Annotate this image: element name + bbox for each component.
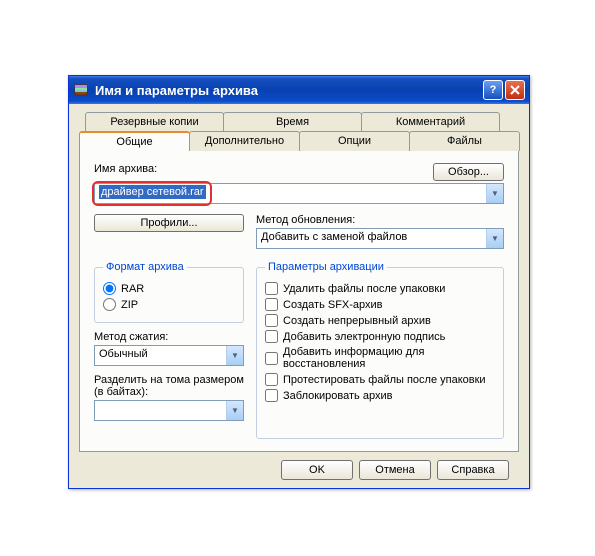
help-button-footer[interactable]: Справка — [437, 460, 509, 480]
titlebar[interactable]: Имя и параметры архива ? — [69, 76, 529, 104]
tab-general[interactable]: Общие — [79, 131, 190, 151]
format-rar-radio[interactable]: RAR — [103, 282, 235, 295]
archive-name-dropdown[interactable]: ▼ — [486, 184, 503, 203]
tab-control: Резервные копии Время Комментарий Общие … — [79, 112, 519, 452]
archive-format-legend: Формат архива — [103, 261, 187, 273]
compression-combo[interactable]: Обычный ▼ — [94, 345, 244, 366]
archive-format-group: Формат архива RAR ZIP — [94, 261, 244, 323]
cancel-button[interactable]: Отмена — [359, 460, 431, 480]
split-size-combo[interactable]: ▼ — [94, 400, 244, 421]
client-area: Резервные копии Время Комментарий Общие … — [69, 104, 529, 490]
browse-button[interactable]: Обзор... — [433, 163, 504, 181]
tab-comment[interactable]: Комментарий — [361, 112, 500, 131]
format-zip-radio[interactable]: ZIP — [103, 298, 235, 311]
compression-label: Метод сжатия: — [94, 331, 244, 343]
tab-backup[interactable]: Резервные копии — [85, 112, 224, 131]
dialog-footer: OK Отмена Справка — [79, 452, 519, 480]
archive-params-legend: Параметры архивации — [265, 261, 387, 273]
tab-time[interactable]: Время — [223, 112, 362, 131]
close-button[interactable] — [505, 80, 525, 100]
update-method-label: Метод обновления: — [256, 214, 504, 226]
app-icon — [73, 82, 89, 98]
param-delete-after[interactable]: Удалить файлы после упаковки — [265, 282, 495, 295]
chevron-down-icon[interactable]: ▼ — [226, 346, 243, 365]
param-auth-verification[interactable]: Добавить электронную подпись — [265, 330, 495, 343]
split-size-value[interactable] — [94, 400, 244, 421]
archive-name-label: Имя архива: — [94, 163, 157, 175]
param-test-after[interactable]: Протестировать файлы после упаковки — [265, 373, 495, 386]
archive-params-group: Параметры архивации Удалить файлы после … — [256, 261, 504, 439]
split-label: Разделить на тома размером (в байтах): — [94, 374, 244, 398]
param-create-sfx[interactable]: Создать SFX-архив — [265, 298, 495, 311]
window-title: Имя и параметры архива — [95, 83, 481, 98]
update-method-combo[interactable]: Добавить с заменой файлов ▼ — [256, 228, 504, 249]
archive-name-field[interactable]: драйвер сетевой.rar ▼ — [94, 183, 504, 204]
compression-value: Обычный — [94, 345, 244, 366]
update-method-value: Добавить с заменой файлов — [256, 228, 504, 249]
ok-button[interactable]: OK — [281, 460, 353, 480]
chevron-down-icon[interactable]: ▼ — [226, 401, 243, 420]
profiles-button[interactable]: Профили... — [94, 214, 244, 232]
param-solid-archive[interactable]: Создать непрерывный архив — [265, 314, 495, 327]
tab-options[interactable]: Опции — [299, 131, 410, 151]
dialog-window: Имя и параметры архива ? Резервные копии… — [68, 75, 530, 489]
tab-files[interactable]: Файлы — [409, 131, 520, 151]
param-lock-archive[interactable]: Заблокировать архив — [265, 389, 495, 402]
param-recovery-record[interactable]: Добавить информацию для восстановления — [265, 346, 495, 370]
tab-panel-general: Имя архива: Обзор... драйвер сетевой.rar… — [79, 150, 519, 452]
chevron-down-icon[interactable]: ▼ — [486, 229, 503, 248]
archive-name-value[interactable]: драйвер сетевой.rar — [99, 185, 206, 199]
help-button[interactable]: ? — [483, 80, 503, 100]
tab-advanced[interactable]: Дополнительно — [189, 131, 300, 151]
